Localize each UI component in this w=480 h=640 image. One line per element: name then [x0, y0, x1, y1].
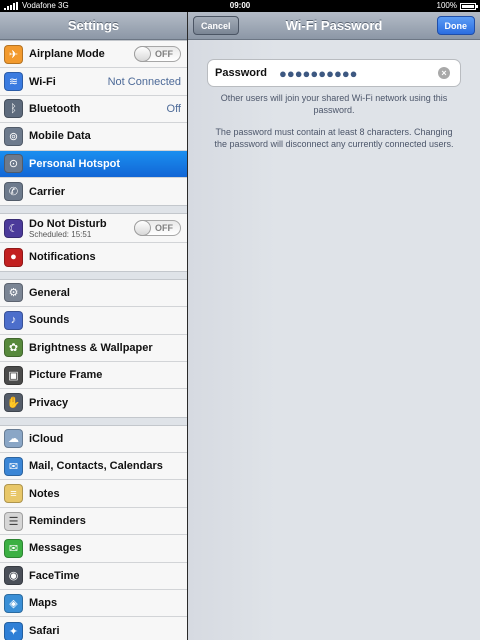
speaker-icon: ♪	[4, 310, 23, 330]
settings-group: ☾ Do Not Disturb Scheduled: 15:51 OFF ● Notif…	[0, 213, 187, 272]
status-bar: Vodafone 3G 09:00 100%	[0, 0, 480, 12]
settings-item-label: Notes	[29, 487, 60, 500]
phone-icon: ✆	[4, 182, 23, 202]
picture-frame-icon: ▣	[4, 365, 23, 385]
battery-icon	[460, 2, 478, 10]
settings-item-label: General	[29, 286, 70, 299]
settings-item-wi-fi[interactable]: ≋ Wi-Fi Not Connected	[0, 68, 187, 96]
settings-item-privacy[interactable]: ✋ Privacy	[0, 389, 187, 417]
flower-icon: ✿	[4, 338, 23, 358]
battery-indicator: 100%	[436, 0, 478, 12]
notifications-icon: ●	[4, 247, 23, 267]
settings-item-notifications[interactable]: ● Notifications	[0, 243, 187, 271]
gear-icon: ⚙	[4, 283, 23, 303]
settings-item-label: Carrier	[29, 185, 66, 198]
password-field[interactable]: Password ●●●●●●●●●● ×	[207, 59, 461, 87]
settings-item-label: Brightness & Wallpaper	[29, 341, 153, 354]
battery-percent: 100%	[436, 1, 457, 10]
password-rules-note: The password must contain at least 8 cha…	[214, 127, 454, 149]
detail-nav-bar: Cancel Wi-Fi Password Done	[188, 12, 480, 40]
facetime-icon: ◉	[4, 566, 23, 586]
settings-item-value: Off	[166, 102, 181, 115]
settings-item-reminders[interactable]: ☰ Reminders	[0, 507, 187, 536]
cloud-icon: ☁	[4, 429, 23, 449]
settings-sidebar: Settings ✈ Airplane Mode OFF ≋ Wi-Fi Not Conn…	[0, 12, 187, 640]
airplane-icon: ✈	[4, 44, 23, 64]
settings-item-mobile-data[interactable]: ⊚ Mobile Data	[0, 123, 187, 151]
settings-item-bluetooth[interactable]: ᛒ Bluetooth Off	[0, 95, 187, 124]
settings-item-label: Safari	[29, 625, 60, 638]
settings-item-messages[interactable]: ✉ Messages	[0, 535, 187, 563]
settings-item-do-not-disturb[interactable]: ☾ Do Not Disturb Scheduled: 15:51 OFF	[0, 214, 187, 244]
settings-item-label: Wi-Fi	[29, 75, 56, 88]
detail-pane: Cancel Wi-Fi Password Done Password ●●●●…	[188, 12, 480, 640]
settings-item-safari[interactable]: ✦ Safari	[0, 617, 187, 640]
toggle-knob[interactable]	[134, 46, 151, 63]
toggle-switch[interactable]: OFF	[134, 46, 181, 63]
settings-item-label: iCloud	[29, 432, 64, 445]
done-button[interactable]: Done	[436, 16, 475, 35]
settings-item-label: Maps	[29, 597, 58, 610]
settings-item-label: FaceTime	[29, 569, 80, 582]
settings-item-label: Picture Frame	[29, 369, 103, 382]
clock: 09:00	[229, 1, 251, 10]
hand-icon: ✋	[4, 393, 23, 413]
settings-item-label: Do Not Disturb	[29, 217, 107, 230]
settings-item-picture-frame[interactable]: ▣ Picture Frame	[0, 361, 187, 390]
wifi-icon: ≋	[4, 72, 23, 92]
password-input[interactable]: ●●●●●●●●●●	[279, 66, 438, 81]
maps-icon: ◈	[4, 593, 23, 613]
settings-groups: ✈ Airplane Mode OFF ≋ Wi-Fi Not Connected ᛒ Blu…	[0, 40, 187, 640]
settings-item-subtitle: Scheduled: 15:51	[29, 229, 92, 239]
settings-item-label: Mail, Contacts, Calendars	[29, 460, 163, 473]
moon-icon: ☾	[4, 218, 23, 238]
settings-item-airplane-mode[interactable]: ✈ Airplane Mode OFF	[0, 41, 187, 69]
settings-item-label: Privacy	[29, 396, 69, 409]
toggle-state: OFF	[155, 223, 173, 234]
settings-item-label: Bluetooth	[29, 102, 81, 115]
detail-title: Wi-Fi Password	[285, 18, 383, 33]
settings-item-carrier[interactable]: ✆ Carrier	[0, 177, 187, 206]
password-info-note: Other users will join your shared Wi-Fi …	[220, 93, 448, 115]
settings-item-label: Mobile Data	[29, 130, 91, 143]
settings-item-label: Notifications	[29, 251, 96, 264]
hotspot-icon: ⊙	[4, 154, 23, 174]
bluetooth-icon: ᛒ	[4, 99, 23, 119]
toggle-state: OFF	[155, 49, 173, 60]
settings-title: Settings	[67, 18, 120, 33]
safari-icon: ✦	[4, 621, 23, 640]
settings-group: ✈ Airplane Mode OFF ≋ Wi-Fi Not Connected ᛒ Blu…	[0, 40, 187, 207]
notes-icon: ≡	[4, 484, 23, 504]
toggle-switch[interactable]: OFF	[134, 220, 181, 237]
settings-item-label: Personal Hotspot	[29, 157, 121, 170]
settings-group: ⚙ General ♪ Sounds ✿ Brightness & Wallpaper ▣ P…	[0, 278, 187, 418]
settings-item-general[interactable]: ⚙ General	[0, 279, 187, 308]
settings-item-text: Do Not Disturb Scheduled: 15:51	[29, 218, 134, 239]
settings-item-label: Reminders	[29, 515, 86, 528]
settings-item-icloud[interactable]: ☁ iCloud	[0, 425, 187, 454]
antenna-icon: ⊚	[4, 126, 23, 146]
settings-item-label: Airplane Mode	[29, 48, 105, 61]
settings-item-facetime[interactable]: ◉ FaceTime	[0, 562, 187, 591]
settings-item-personal-hotspot[interactable]: ⊙ Personal Hotspot	[0, 150, 187, 178]
settings-group: ☁ iCloud ✉ Mail, Contacts, Calendars ≡ Notes ☰…	[0, 424, 187, 640]
toggle-knob[interactable]	[134, 220, 151, 237]
settings-item-mail-contacts-calendars[interactable]: ✉ Mail, Contacts, Calendars	[0, 453, 187, 481]
settings-item-label: Messages	[29, 542, 82, 555]
settings-item-sounds[interactable]: ♪ Sounds	[0, 307, 187, 335]
settings-item-value: Not Connected	[107, 75, 181, 88]
mail-icon: ✉	[4, 456, 23, 476]
clear-text-icon[interactable]: ×	[438, 67, 450, 79]
cancel-button[interactable]: Cancel	[193, 16, 239, 35]
password-label: Password	[215, 67, 267, 79]
settings-item-maps[interactable]: ◈ Maps	[0, 590, 187, 618]
settings-item-notes[interactable]: ≡ Notes	[0, 480, 187, 508]
reminders-icon: ☰	[4, 511, 23, 531]
settings-item-brightness-wallpaper[interactable]: ✿ Brightness & Wallpaper	[0, 334, 187, 362]
settings-nav-bar: Settings	[0, 12, 187, 40]
messages-icon: ✉	[4, 538, 23, 558]
settings-item-label: Sounds	[29, 314, 70, 327]
